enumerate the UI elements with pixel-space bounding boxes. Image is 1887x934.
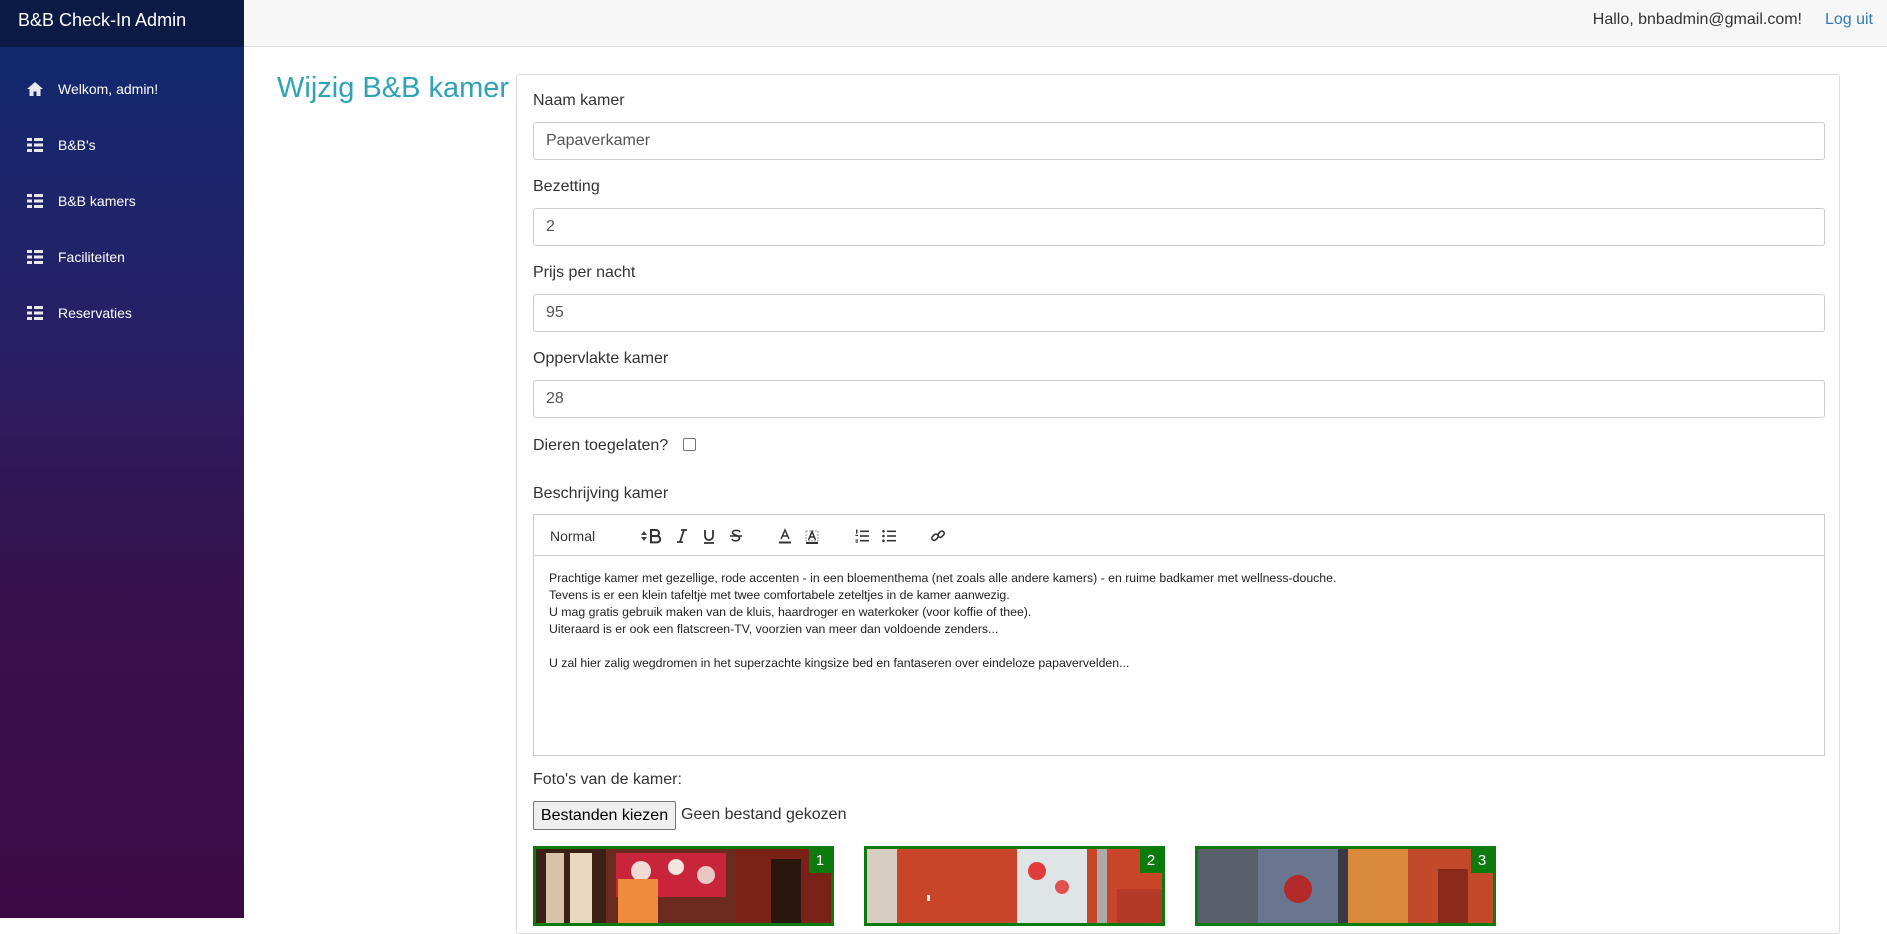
- editor-line: U zal hier zalig wegdromen in het superz…: [549, 656, 1130, 670]
- editor-toolbar: Normal: [533, 514, 1825, 556]
- top-bar: Hallo, bnbadmin@gmail.com! Log uit: [244, 0, 1887, 47]
- editor-line: U mag gratis gebruik maken van de kluis,…: [549, 605, 1032, 619]
- room-photo[interactable]: 3: [1195, 846, 1496, 926]
- sidebar-item-label: B&B kamers: [58, 193, 136, 209]
- bullet-list-icon[interactable]: [881, 527, 897, 545]
- occupancy-label: Bezetting: [533, 178, 600, 195]
- room-name-label: Naam kamer: [533, 92, 625, 109]
- room-photo-image: [867, 849, 1162, 923]
- room-name-input[interactable]: [533, 122, 1825, 160]
- page-title: Wijzig B&B kamer: [277, 72, 510, 104]
- file-status: Geen bestand gekozen: [681, 806, 847, 823]
- editor-line: Prachtige kamer met gezellige, rode acce…: [549, 571, 1337, 585]
- sidebar-item-rooms[interactable]: B&B kamers: [0, 173, 244, 229]
- price-label: Prijs per nacht: [533, 264, 636, 281]
- italic-icon[interactable]: [674, 527, 690, 545]
- sidebar-item-welcome[interactable]: Welkom, admin!: [0, 61, 244, 117]
- photo-number-badge: 3: [1471, 849, 1493, 873]
- list-icon: [26, 248, 44, 266]
- sidebar-item-facilities[interactable]: Faciliteiten: [0, 229, 244, 285]
- pets-checkbox[interactable]: [683, 438, 696, 451]
- sidebar-item-label: Welkom, admin!: [58, 81, 159, 97]
- pets-label: Dieren toegelaten?: [533, 437, 669, 454]
- list-icon: [26, 136, 44, 154]
- list-icon: [26, 304, 44, 322]
- occupancy-input[interactable]: [533, 208, 1825, 246]
- editor-line: [549, 638, 1809, 655]
- link-icon[interactable]: [930, 527, 946, 545]
- sidebar: B&B Check-In Admin Welkom, admin! B&B's …: [0, 0, 244, 918]
- room-photo-image: [1198, 849, 1493, 923]
- format-select[interactable]: Normal: [550, 527, 647, 545]
- home-icon: [26, 80, 44, 98]
- sidebar-item-reservations[interactable]: Reservaties: [0, 285, 244, 341]
- price-input[interactable]: [533, 294, 1825, 332]
- user-greeting: Hallo, bnbadmin@gmail.com!: [1592, 11, 1802, 28]
- form-panel: [516, 74, 1840, 934]
- sidebar-item-bnbs[interactable]: B&B's: [0, 117, 244, 173]
- background-color-icon[interactable]: [804, 527, 820, 545]
- sidebar-nav: Welkom, admin! B&B's B&B kamers Facilite…: [0, 47, 244, 341]
- room-photo[interactable]: 1: [533, 846, 834, 926]
- room-photo[interactable]: 2: [864, 846, 1165, 926]
- logout-link[interactable]: Log uit: [1825, 11, 1873, 29]
- editor-line: Tevens is er een klein tafeltje met twee…: [549, 588, 1010, 602]
- format-select-value: Normal: [550, 528, 596, 544]
- description-label: Beschrijving kamer: [533, 485, 669, 502]
- sidebar-item-label: Faciliteiten: [58, 249, 125, 265]
- area-label: Oppervlakte kamer: [533, 350, 669, 367]
- photo-number-badge: 2: [1140, 849, 1162, 873]
- list-icon: [26, 192, 44, 210]
- photo-number-badge: 1: [809, 849, 831, 873]
- area-input[interactable]: [533, 380, 1825, 418]
- photos-label: Foto's van de kamer:: [533, 771, 682, 788]
- sidebar-item-label: B&B's: [58, 137, 96, 153]
- choose-files-button[interactable]: Bestanden kiezen: [533, 801, 676, 830]
- sidebar-item-label: Reservaties: [58, 305, 132, 321]
- text-color-icon[interactable]: [777, 527, 793, 545]
- app-brand[interactable]: B&B Check-In Admin: [0, 0, 244, 47]
- room-photo-image: [536, 849, 831, 923]
- ordered-list-icon[interactable]: [854, 527, 870, 545]
- strikethrough-icon[interactable]: [728, 527, 744, 545]
- editor-line: Uiteraard is er ook een flatscreen-TV, v…: [549, 622, 999, 636]
- bold-icon[interactable]: [647, 527, 663, 545]
- description-editor[interactable]: Prachtige kamer met gezellige, rode acce…: [533, 555, 1825, 756]
- underline-icon[interactable]: [701, 527, 717, 545]
